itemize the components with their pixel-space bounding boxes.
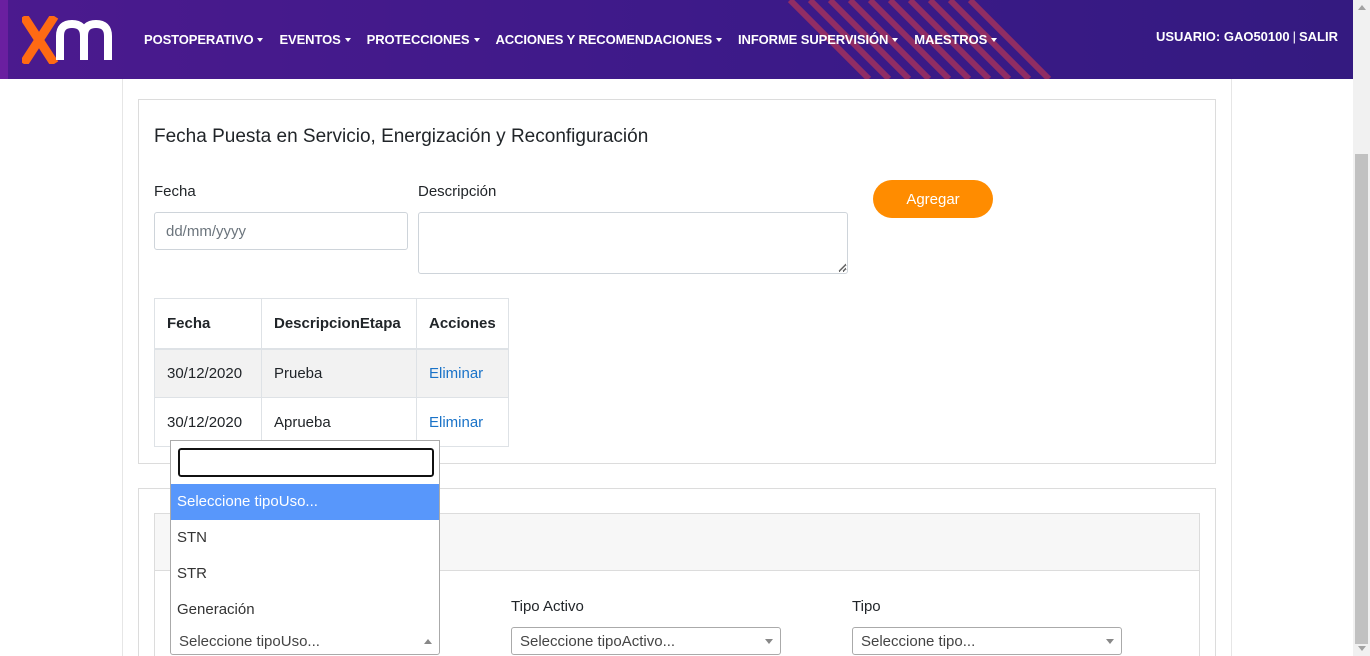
- tipo-activo-selected: Seleccione tipoActivo...: [520, 633, 676, 650]
- menu-acciones-recomendaciones[interactable]: ACCIONES Y RECOMENDACIONES: [496, 32, 723, 47]
- etapas-table: Fecha DescripcionEtapa Acciones 30/12/20…: [154, 298, 509, 447]
- section-title: Fecha Puesta en Servicio, Energización y…: [154, 126, 649, 147]
- descripcion-label: Descripción: [418, 183, 497, 200]
- caret-down-icon: [344, 37, 351, 42]
- column-header-fecha: Fecha: [154, 298, 262, 350]
- fecha-input[interactable]: [154, 212, 408, 250]
- dropdown-search-input[interactable]: [177, 447, 435, 478]
- menu-label: EVENTOS: [279, 32, 341, 47]
- menu-label: ACCIONES Y RECOMENDACIONES: [495, 32, 713, 47]
- scroll-up-arrow-icon[interactable]: [1358, 5, 1366, 10]
- xm-logo[interactable]: [22, 16, 130, 64]
- menu-label: INFORME SUPERVISIÓN: [738, 32, 889, 47]
- menu-eventos[interactable]: EVENTOS: [279, 32, 351, 47]
- cell-descripcion: Prueba: [261, 348, 417, 398]
- descripcion-textarea[interactable]: [418, 212, 848, 274]
- caret-down-icon: [257, 37, 264, 42]
- caret-down-icon: [716, 37, 723, 42]
- main-menu: POSTOPERATIVO EVENTOS PROTECCIONES ACCIO…: [144, 32, 1013, 47]
- page-scrollbar[interactable]: [1353, 0, 1370, 656]
- column-header-acciones: Acciones: [416, 298, 509, 350]
- tipo-uso-select[interactable]: Seleccione tipoUso...: [170, 627, 440, 655]
- tipo-uso-selected: Seleccione tipoUso...: [179, 633, 320, 650]
- chevron-down-icon: [765, 639, 773, 644]
- dropdown-option[interactable]: Generación: [171, 592, 439, 628]
- scroll-thumb[interactable]: [1355, 154, 1368, 644]
- eliminar-link[interactable]: Eliminar: [429, 414, 483, 431]
- table-row: 30/12/2020 Prueba Eliminar: [154, 348, 509, 398]
- table-header-row: Fecha DescripcionEtapa Acciones: [154, 298, 509, 350]
- agregar-button[interactable]: Agregar: [873, 180, 993, 218]
- resize-grip-icon[interactable]: [838, 263, 846, 271]
- caret-down-icon: [473, 37, 480, 42]
- menu-postoperativo[interactable]: POSTOPERATIVO: [144, 32, 264, 47]
- chevron-down-icon: [1106, 639, 1114, 644]
- menu-maestros[interactable]: MAESTROS: [914, 32, 998, 47]
- user-area: USUARIO: GAO50100 | SALIR: [1156, 29, 1338, 44]
- top-navbar: POSTOPERATIVO EVENTOS PROTECCIONES ACCIO…: [0, 0, 1353, 79]
- user-separator: |: [1292, 29, 1296, 44]
- menu-label: MAESTROS: [914, 32, 988, 47]
- container-border-left: [122, 79, 123, 656]
- caret-down-icon: [991, 37, 998, 42]
- menu-label: PROTECCIONES: [366, 32, 470, 47]
- eliminar-link[interactable]: Eliminar: [429, 365, 483, 382]
- menu-label: POSTOPERATIVO: [144, 32, 254, 47]
- tipo-activo-label: Tipo Activo: [511, 598, 584, 615]
- scroll-down-arrow-icon[interactable]: [1358, 646, 1366, 651]
- dropdown-option[interactable]: Seleccione tipoUso...: [171, 484, 439, 520]
- tipo-activo-select[interactable]: Seleccione tipoActivo...: [511, 627, 781, 655]
- logout-link[interactable]: SALIR: [1299, 29, 1338, 44]
- dropdown-option[interactable]: STR: [171, 556, 439, 592]
- cell-fecha: 30/12/2020: [154, 348, 262, 398]
- fecha-label: Fecha: [154, 183, 196, 200]
- tipo-selected: Seleccione tipo...: [861, 633, 976, 650]
- tipo-select[interactable]: Seleccione tipo...: [852, 627, 1122, 655]
- dropdown-option[interactable]: STN: [171, 520, 439, 556]
- container-border-right: [1231, 79, 1232, 656]
- menu-informe-supervision[interactable]: INFORME SUPERVISIÓN: [738, 32, 899, 47]
- caret-down-icon: [892, 37, 899, 42]
- menu-protecciones[interactable]: PROTECCIONES: [367, 32, 480, 47]
- tipo-label: Tipo: [852, 598, 881, 615]
- dropdown-search-wrap: [171, 441, 439, 484]
- column-header-descripcion: DescripcionEtapa: [261, 298, 417, 350]
- chevron-up-icon: [424, 639, 432, 644]
- user-label: USUARIO: GAO50100: [1155, 29, 1290, 44]
- cell-acciones: Eliminar: [416, 348, 509, 398]
- tipo-uso-dropdown: Seleccione tipoUso... STN STR Generación: [170, 440, 440, 628]
